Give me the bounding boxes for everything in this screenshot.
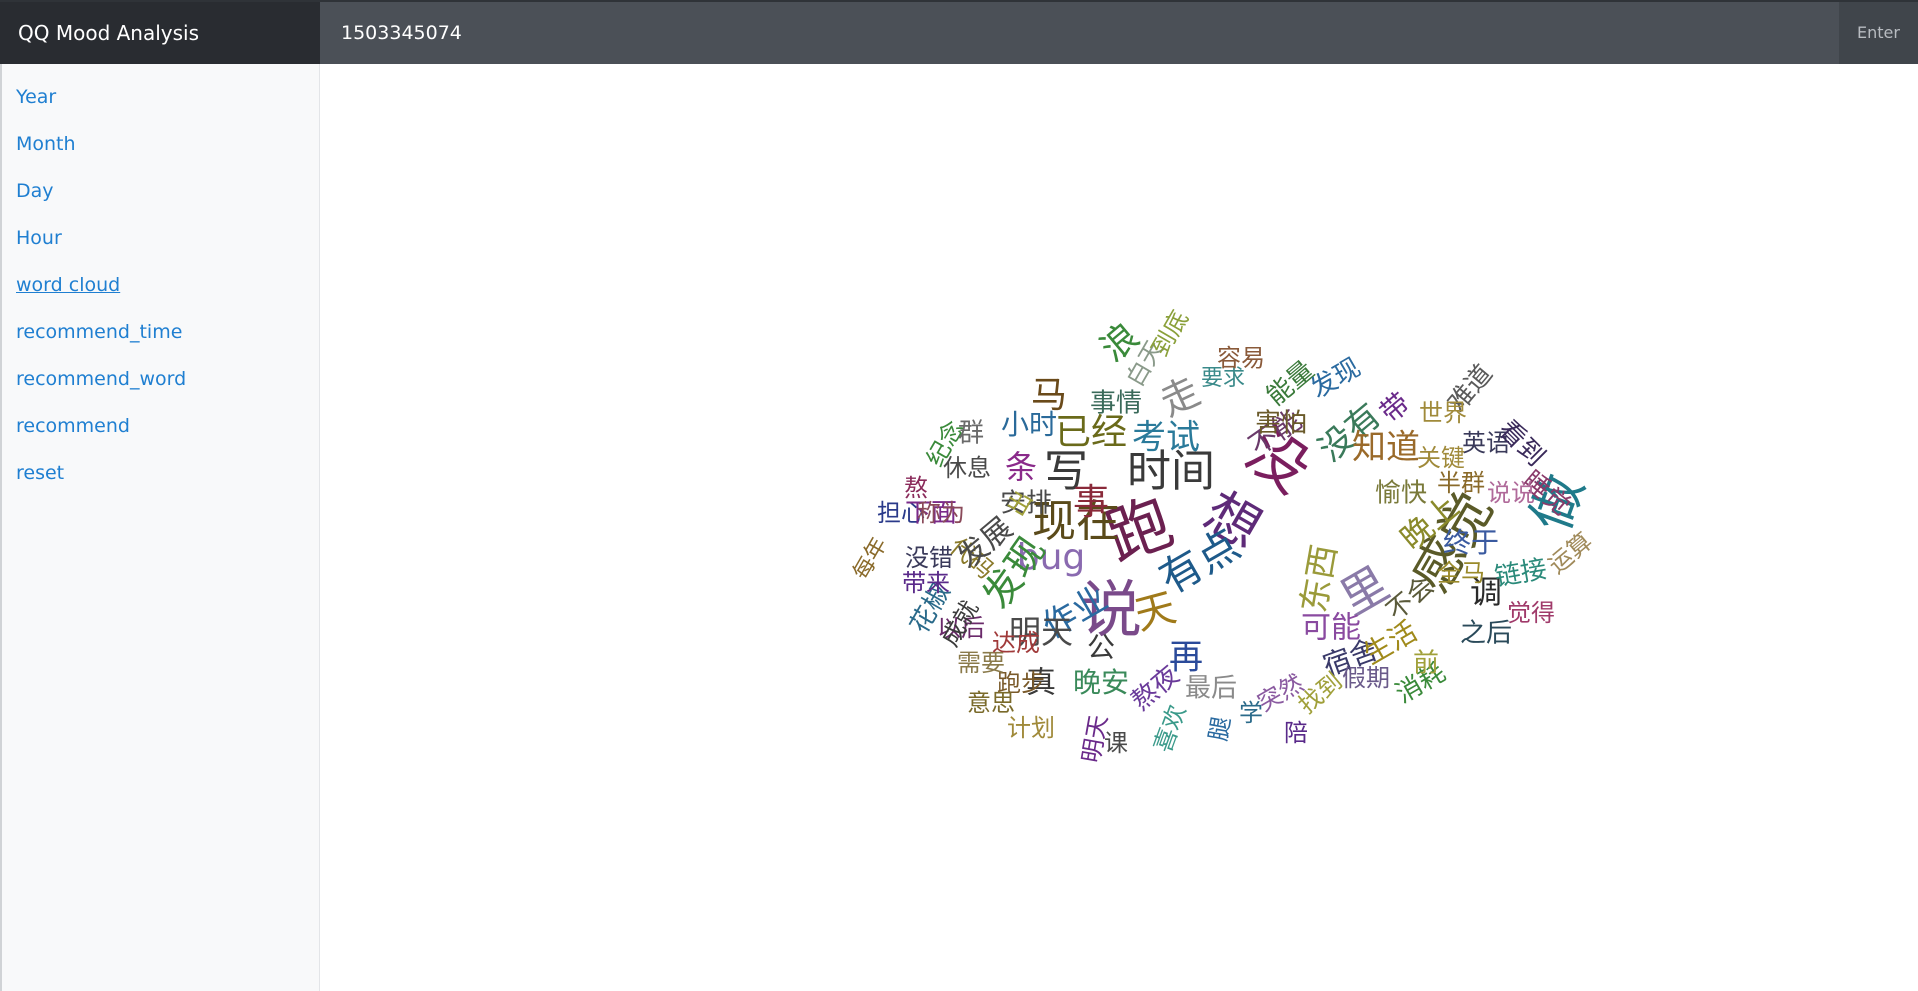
cloud-word: 晚安 <box>1073 666 1129 699</box>
cloud-word: 东西 <box>1294 542 1345 616</box>
cloud-word: 发现 <box>1306 353 1366 405</box>
cloud-word: 可能 <box>1301 611 1361 646</box>
cloud-word: 喜欢 <box>1149 701 1192 756</box>
cloud-word: 之后 <box>1460 619 1512 649</box>
sidebar-item-hour[interactable]: Hour <box>2 215 319 262</box>
cloud-word: 关键 <box>1417 444 1465 472</box>
sidebar-item-word-cloud[interactable]: word cloud <box>2 262 319 309</box>
cloud-word: 容易 <box>1217 344 1265 372</box>
cloud-word: 终于 <box>1443 526 1499 559</box>
word-cloud: 说跑没想 感觉 做时间写现在 有点天 里bug发现作业已经 考试 没有知道东西明天再晚上调宿… <box>849 306 1598 765</box>
cloud-word: 计划 <box>1007 714 1055 742</box>
cloud-word: 害怕 <box>1255 409 1307 439</box>
cloud-word: 看到 <box>1492 415 1550 473</box>
cloud-word: 公 <box>1087 631 1115 664</box>
cloud-word: 事情 <box>1090 389 1142 419</box>
cloud-word: 前 <box>1413 649 1439 679</box>
cloud-word: 小时 <box>1001 408 1057 441</box>
cloud-word: 达成 <box>992 629 1040 657</box>
cloud-word: 没错 <box>905 544 953 572</box>
cloud-word: 觉得 <box>1507 599 1555 627</box>
cloud-word: 带来 <box>902 569 950 597</box>
cloud-word: 条 <box>1005 448 1037 486</box>
brand-title[interactable]: QQ Mood Analysis <box>0 2 320 64</box>
cloud-word: 世界 <box>1419 399 1467 427</box>
cloud-word: 每年 <box>849 533 893 584</box>
cloud-word: 明天 <box>1077 713 1113 765</box>
cloud-word: 走 <box>1153 369 1206 425</box>
cloud-word: 假期 <box>1342 664 1390 692</box>
enter-button[interactable]: Enter <box>1839 2 1918 64</box>
cloud-word: 学 <box>1239 699 1263 727</box>
cloud-word: 半群 <box>1437 469 1485 497</box>
sidebar-item-day[interactable]: Day <box>2 168 319 215</box>
sidebar-nav: Year Month Day Hour word cloud recommend… <box>2 74 319 497</box>
cloud-word: 陪 <box>1284 719 1308 747</box>
sidebar-item-month[interactable]: Month <box>2 121 319 168</box>
word-cloud-area: 说跑没想感觉做时间写现在 有点天里 bug 发现 作业 已经 考试 没有 知道 东西 明天再晚上调宿… <box>321 64 1918 991</box>
sidebar-item-year[interactable]: Year <box>2 74 319 121</box>
cloud-word: 运算 <box>1543 527 1598 579</box>
cloud-word: 意思 <box>967 689 1015 717</box>
qq-number-input[interactable] <box>320 2 1839 64</box>
cloud-word: 考试 <box>1132 418 1200 458</box>
top-navbar: QQ Mood Analysis Enter <box>0 0 1918 64</box>
cloud-word: 全马 <box>1437 559 1485 587</box>
sidebar-item-recommend-time[interactable]: recommend_time <box>2 309 319 356</box>
cloud-word: 愉快 <box>1375 479 1427 509</box>
cloud-word: 熬 <box>904 474 928 502</box>
cloud-word: 链接 <box>1493 554 1549 593</box>
cloud-word: 群 <box>958 419 984 449</box>
cloud-word: 最后 <box>1185 674 1237 704</box>
cloud-word: 知道 <box>1352 428 1420 468</box>
cloud-word: 事 <box>1073 482 1109 523</box>
cloud-word: 称为 <box>917 499 965 527</box>
sidebar-item-reset[interactable]: reset <box>2 450 319 497</box>
sidebar-item-recommend[interactable]: recommend <box>2 403 319 450</box>
sidebar-item-recommend-word[interactable]: recommend_word <box>2 356 319 403</box>
cloud-word: 腿 <box>1204 715 1236 743</box>
sidebar: Year Month Day Hour word cloud recommend… <box>0 64 320 991</box>
cloud-word: 说说 <box>1487 479 1535 507</box>
